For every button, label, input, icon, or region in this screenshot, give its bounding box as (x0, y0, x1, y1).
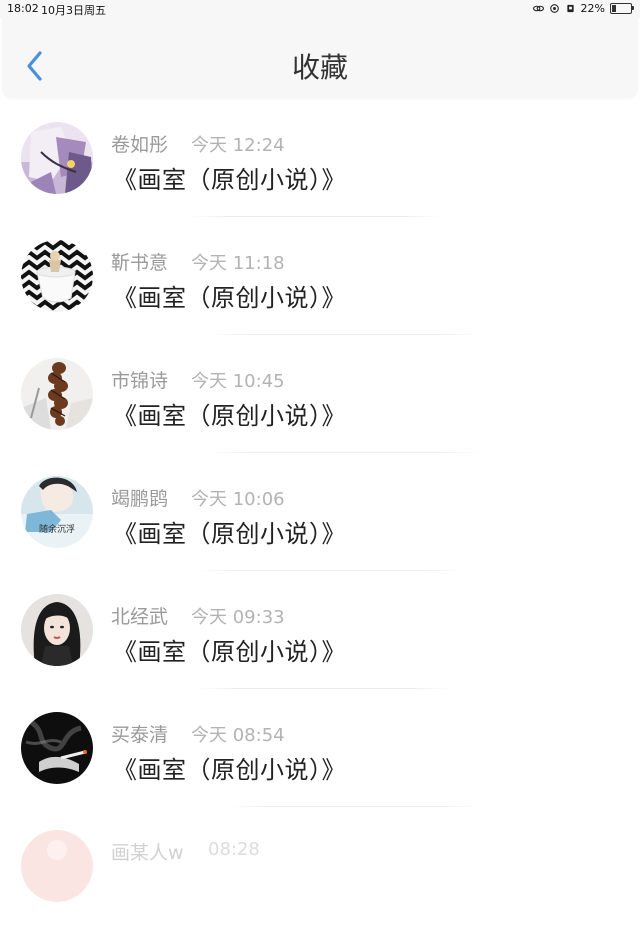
list-item[interactable]: 卷如彤 今天 12:24 《画室（原创小说）》 (0, 100, 640, 218)
book-title[interactable]: 《画室（原创小说）》 (113, 396, 346, 431)
battery-percent: 22% (580, 2, 605, 15)
status-right: 22% (532, 2, 634, 15)
nav-bar: 收藏 (2, 18, 638, 98)
cup-zigzag-avatar[interactable] (21, 240, 93, 312)
timestamp: 今天 10:06 (191, 489, 285, 510)
timestamp: 今天 09:33 (191, 607, 285, 628)
author-name: 卷如彤 (111, 134, 169, 156)
lock-rotation-icon (566, 4, 574, 13)
list-item[interactable]: 市锦诗 今天 10:45 《画室（原创小说）》 (0, 336, 640, 454)
smoke-avatar[interactable] (21, 712, 93, 784)
timestamp: 今天 12:24 (191, 135, 285, 156)
divider (210, 334, 480, 335)
book-title[interactable]: 《画室（原创小说）》 (113, 160, 346, 195)
author-name: 竭鹏鹍 (111, 488, 169, 510)
battery-fill (612, 5, 616, 12)
status-time: 18:02 (7, 2, 39, 15)
list-item[interactable]: 靳书意 今天 11:18 《画室（原创小说）》 (0, 218, 640, 336)
book-title[interactable]: 《画室（原创小说）》 (113, 278, 346, 313)
timestamp: 今天 08:54 (191, 725, 285, 746)
status-date: 10月3日周五 (41, 4, 106, 17)
favorites-list: 卷如彤 今天 12:24 《画室（原创小说）》 靳书意 今天 11:18 《画室… (0, 100, 640, 926)
book-title[interactable]: 《画室（原创小说）》 (113, 514, 346, 549)
divider (210, 452, 480, 453)
list-item[interactable]: 画某人w 08:28 (0, 808, 640, 926)
list-item[interactable]: 随余沉浮 竭鹏鹍 今天 10:06 《画室（原创小说）》 (0, 454, 640, 572)
divider (200, 570, 460, 571)
author-name: 买泰清 (111, 724, 169, 746)
author-name: 画某人w (111, 842, 184, 864)
link-icon (532, 5, 544, 12)
list-item[interactable]: 买泰清 今天 08:54 《画室（原创小说）》 (0, 690, 640, 808)
author-name: 靳书意 (111, 252, 169, 274)
calligraphy-text: 随余沉浮 (39, 523, 75, 535)
book-title[interactable]: 《画室（原创小说）》 (113, 750, 346, 785)
calligraphy-avatar[interactable]: 随余沉浮 (21, 476, 93, 548)
author-name: 市锦诗 (111, 370, 169, 392)
divider (230, 806, 480, 807)
battery-icon (610, 3, 634, 14)
divider (200, 688, 450, 689)
author-name: 北经武 (111, 606, 169, 628)
portrait-avatar[interactable] (21, 594, 93, 666)
book-title[interactable]: 《画室（原创小说）》 (113, 632, 346, 667)
list-item[interactable]: 北经武 今天 09:33 《画室（原创小说）》 (0, 572, 640, 690)
pink-avatar[interactable] (21, 830, 93, 902)
at-icon (549, 4, 559, 13)
timestamp: 今天 11:18 (191, 253, 285, 274)
braid-avatar[interactable] (21, 358, 93, 430)
divider (190, 216, 440, 217)
timestamp: 08:28 (208, 839, 260, 860)
illustrated-avatar[interactable] (21, 122, 93, 194)
status-bar: 18:02 10月3日周五 22% (0, 0, 640, 18)
page-title: 收藏 (291, 51, 348, 84)
timestamp: 今天 10:45 (191, 371, 285, 392)
